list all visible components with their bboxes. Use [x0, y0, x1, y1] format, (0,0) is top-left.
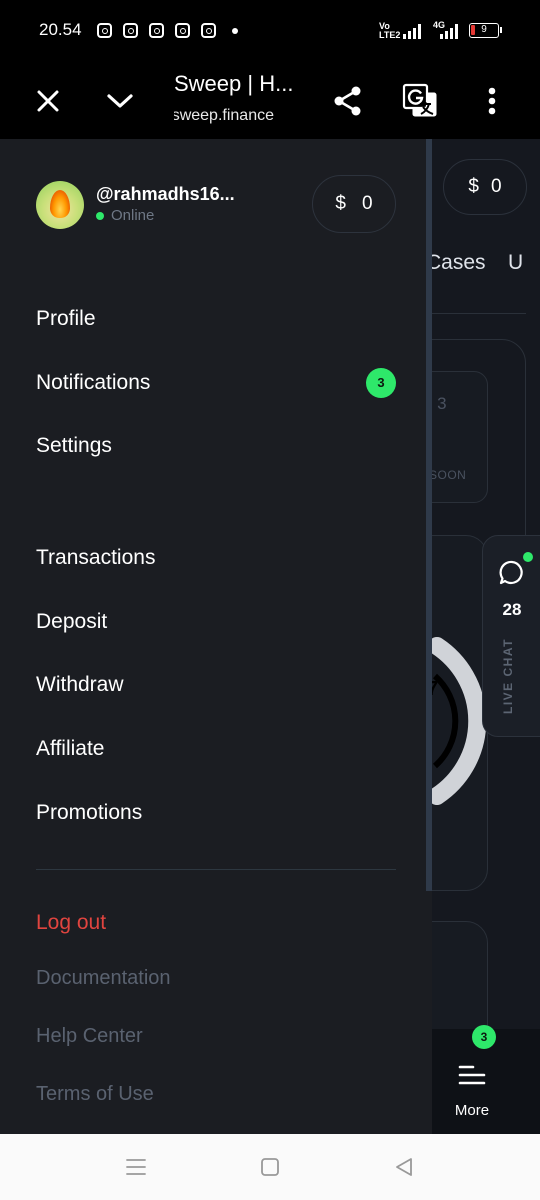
menu-item-label: Promotions: [36, 801, 143, 824]
more-button[interactable]: 3 More: [432, 1025, 540, 1134]
translate-button[interactable]: [396, 62, 444, 139]
side-drawer: @rahmadhs16... Online $ 0 Profile Notifi…: [0, 139, 432, 1134]
status-bar: 20.54 Vo LTE2 4G 9: [0, 0, 540, 62]
menu-item-affiliate[interactable]: Affiliate: [36, 729, 396, 769]
terms-of-use-link[interactable]: Terms of Use: [36, 1083, 154, 1106]
more-notifications-dot: [232, 28, 238, 34]
instagram-notification-icon: [149, 23, 164, 38]
logout-link[interactable]: Log out: [36, 911, 106, 935]
menu-item-notifications[interactable]: Notifications: [36, 363, 396, 403]
page-title: Sweep | H...: [174, 71, 294, 96]
status-text: Online: [111, 207, 155, 224]
signal-icon: [403, 23, 421, 39]
browser-toolbar: Sweep | H... sweep.finance: [0, 62, 540, 139]
menu-item-label: Affiliate: [36, 737, 105, 760]
overflow-menu-button[interactable]: [470, 62, 514, 139]
coming-soon-label: SOON: [429, 468, 467, 482]
back-triangle-icon: [396, 1158, 412, 1176]
clock: 20.54: [39, 20, 82, 39]
instagram-notification-icon: [175, 23, 190, 38]
translate-icon: [402, 83, 437, 116]
more-label: More: [454, 1102, 490, 1119]
menu-item-label: Deposit: [36, 610, 108, 633]
battery-icon: 9: [469, 23, 502, 38]
more-vertical-icon: [488, 87, 496, 114]
tab-cases[interactable]: Cases: [426, 251, 486, 275]
close-tab-button[interactable]: [24, 62, 72, 139]
battery-level: 9: [481, 24, 487, 35]
drawer-scrollbar[interactable]: [426, 139, 432, 891]
chat-bubble-icon: [499, 560, 523, 585]
home-button[interactable]: [240, 1134, 300, 1200]
menu-item-deposit[interactable]: Deposit: [36, 602, 396, 642]
instagram-notification-icon: [123, 23, 138, 38]
menu-lines-icon: [458, 1065, 486, 1085]
minimize-button[interactable]: [96, 62, 144, 139]
menu-divider: [36, 869, 396, 870]
tabs-divider: [432, 313, 526, 314]
menu-item-label: Settings: [36, 434, 112, 457]
balance-amount: 0: [362, 193, 373, 214]
recent-apps-button[interactable]: [106, 1134, 166, 1200]
more-badge: 3: [472, 1025, 496, 1049]
chevron-down-icon: [107, 93, 133, 108]
flame-icon: [50, 190, 70, 218]
menu-item-label: Withdraw: [36, 673, 124, 696]
menu-icon: [126, 1159, 146, 1175]
avatar[interactable]: [36, 181, 84, 229]
share-icon: [334, 86, 361, 115]
menu-item-withdraw[interactable]: Withdraw: [36, 665, 396, 705]
close-icon: [37, 90, 59, 111]
online-indicator: [523, 552, 533, 562]
balance-button[interactable]: $ 0: [312, 175, 396, 233]
live-chat-label: LIVE CHAT: [501, 638, 515, 714]
username: @rahmadhs16...: [96, 184, 235, 204]
menu-item-settings[interactable]: Settings: [36, 426, 396, 466]
signal-icon: [440, 23, 458, 39]
balance-amount: 0: [491, 176, 502, 197]
help-center-link[interactable]: Help Center: [36, 1025, 143, 1048]
online-dot: [96, 211, 104, 220]
chat-online-count: 28: [502, 600, 522, 619]
notifications-badge: 3: [366, 368, 396, 398]
instagram-notification-icon: [97, 23, 112, 38]
menu-item-transactions[interactable]: Transactions: [36, 538, 396, 578]
header-balance[interactable]: $ 0: [443, 159, 527, 215]
page-url: sweep.finance: [174, 107, 274, 124]
documentation-link[interactable]: Documentation: [36, 967, 171, 990]
square-icon: [261, 1158, 279, 1176]
menu-item-label: Transactions: [36, 546, 156, 569]
menu-item-promotions[interactable]: Promotions: [36, 793, 396, 833]
menu-item-label: Notifications: [36, 371, 151, 394]
menu-item-label: Profile: [36, 307, 96, 330]
currency-symbol: $: [468, 176, 479, 197]
tab-partial[interactable]: U: [508, 251, 523, 275]
back-button[interactable]: [374, 1134, 434, 1200]
volte-indicator: Vo LTE2: [379, 21, 401, 40]
user-status: Online: [96, 207, 154, 224]
system-navigation-bar: [0, 1134, 540, 1200]
instagram-notification-icon: [201, 23, 216, 38]
share-button[interactable]: [324, 62, 372, 139]
currency-symbol: $: [335, 193, 346, 214]
live-chat-widget[interactable]: 28 LIVE CHAT: [482, 535, 540, 737]
menu-item-profile[interactable]: Profile: [36, 299, 396, 339]
